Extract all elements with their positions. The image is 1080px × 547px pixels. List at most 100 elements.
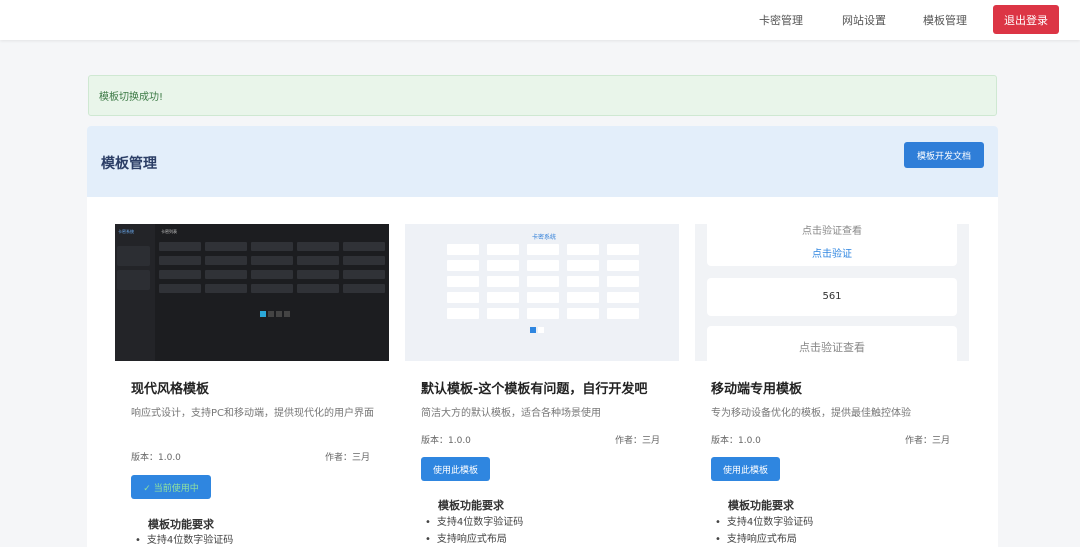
card-title: 移动端专用模板	[711, 382, 803, 397]
preview-grid-cell	[567, 308, 599, 319]
preview-verify-box: 点击验证查看 点击验证	[707, 224, 957, 266]
preview-code-box: 561	[707, 278, 957, 316]
preview-grid-cell	[205, 256, 247, 265]
preview-grid-cell	[527, 276, 559, 287]
preview-grid-cell	[159, 256, 201, 265]
template-card-modern: 卡密系统 卡密列表 现代风格模板 响应式设计，支持PC和移动端，提供现代化的用户…	[115, 224, 389, 547]
preview-grid-cell	[447, 292, 479, 303]
preview-grid-cell	[297, 270, 339, 279]
preview-grid-cell	[251, 284, 293, 293]
card-author: 作者：三月	[905, 436, 951, 446]
preview-grid-cell	[159, 284, 201, 293]
use-template-button[interactable]: 使用此模板	[711, 457, 781, 481]
preview-grid-cell	[607, 260, 639, 271]
preview-grid-cell	[205, 242, 247, 251]
requirements-list: 支持4位数字验证码	[135, 532, 233, 547]
preview-grid-cell	[343, 242, 385, 251]
preview-page-dot	[530, 327, 536, 333]
requirements-title: 模板功能要求	[148, 518, 214, 531]
preview-grid-cell	[343, 256, 385, 265]
preview-grid-cell	[205, 270, 247, 279]
panel-header: 模板管理 模板开发文档	[87, 126, 998, 197]
preview-page-dot	[284, 311, 290, 317]
card-version: 版本：1.0.0	[421, 436, 471, 446]
preview-grid-cell	[607, 276, 639, 287]
preview-verify-box: 点击验证查看	[707, 326, 957, 361]
preview-grid-cell	[567, 276, 599, 287]
preview-grid-cell	[447, 276, 479, 287]
requirement-item: 支持4位数字验证码	[425, 514, 523, 531]
preview-grid-cell	[487, 260, 519, 271]
preview-grid-cell	[251, 242, 293, 251]
use-template-button[interactable]: 使用此模板	[421, 457, 491, 481]
preview-page-dot	[260, 311, 266, 317]
requirement-item: 支持响应式布局	[715, 531, 813, 547]
card-author: 作者：三月	[325, 453, 371, 463]
template-preview-default: 卡密系统	[405, 224, 679, 361]
success-alert: 模板切换成功!	[88, 75, 997, 116]
preview-grid-cell	[607, 308, 639, 319]
requirements-list: 支持4位数字验证码 支持响应式布局	[715, 514, 813, 547]
preview-grid-cell	[297, 284, 339, 293]
preview-grid-cell	[527, 244, 559, 255]
preview-grid-cell	[251, 256, 293, 265]
preview-page-dot	[268, 311, 274, 317]
preview-grid-cell	[567, 260, 599, 271]
requirement-item: 支持4位数字验证码	[715, 514, 813, 531]
preview-grid-cell	[527, 292, 559, 303]
template-panel: 模板管理 模板开发文档 卡密系统 卡密列表 现代风格模板 响应式设计，支持PC和…	[87, 126, 998, 547]
preview-verify-text: 点击验证查看	[802, 226, 862, 237]
preview-grid-cell	[487, 276, 519, 287]
preview-grid-cell	[297, 256, 339, 265]
preview-grid-cell	[567, 292, 599, 303]
current-template-button[interactable]: ✓ 当前使用中	[131, 475, 211, 499]
preview-grid-cell	[447, 260, 479, 271]
requirement-item: 支持4位数字验证码	[135, 532, 233, 547]
preview-sidebar: 卡密系统	[115, 224, 155, 361]
preview-grid-cell	[159, 270, 201, 279]
preview-grid-cell	[567, 244, 599, 255]
preview-grid-cell	[527, 260, 559, 271]
preview-grid-cell	[607, 244, 639, 255]
template-preview-mobile: 点击验证查看 点击验证 561 点击验证查看	[695, 224, 969, 361]
nav-template-management[interactable]: 模板管理	[923, 12, 967, 28]
requirement-item: 支持响应式布局	[425, 531, 523, 547]
nav-card-management[interactable]: 卡密管理	[759, 12, 803, 28]
requirements-list: 支持4位数字验证码 支持响应式布局	[425, 514, 523, 547]
preview-stat-block	[117, 270, 150, 290]
preview-grid-cell	[447, 244, 479, 255]
preview-grid-cell	[205, 284, 247, 293]
card-title: 默认模板-这个模板有问题，自行开发吧	[421, 382, 648, 397]
requirements-title: 模板功能要求	[438, 499, 504, 512]
card-version: 版本：1.0.0	[131, 453, 181, 463]
preview-grid-cell	[251, 270, 293, 279]
card-description: 专为移动设备优化的模板，提供最佳触控体验	[711, 408, 911, 419]
preview-grid-cell	[297, 242, 339, 251]
mobile-preview: 点击验证查看 点击验证 561 点击验证查看	[695, 224, 969, 361]
light-preview: 卡密系统	[405, 224, 679, 361]
card-description: 响应式设计，支持PC和移动端，提供现代化的用户界面	[131, 408, 375, 419]
preview-grid-cell	[487, 244, 519, 255]
preview-heading: 卡密列表	[161, 229, 177, 234]
card-author: 作者：三月	[615, 436, 661, 446]
template-preview-modern: 卡密系统 卡密列表	[115, 224, 389, 361]
card-description: 简洁大方的默认模板，适合各种场景使用	[421, 408, 601, 419]
preview-title: 卡密系统	[532, 234, 557, 241]
nav-site-settings[interactable]: 网站设置	[842, 12, 886, 28]
preview-grid-cell	[607, 292, 639, 303]
template-docs-button[interactable]: 模板开发文档	[904, 142, 984, 168]
template-card-default: 卡密系统 默认模板-这个模板有问题，自行开发吧 简洁大方的默认模板，适合各种场景…	[405, 224, 679, 547]
preview-grid-cell	[527, 308, 559, 319]
preview-brand: 卡密系统	[118, 229, 134, 234]
preview-grid-cell	[447, 308, 479, 319]
preview-grid-cell	[343, 270, 385, 279]
preview-grid-cell	[487, 308, 519, 319]
dark-preview: 卡密系统 卡密列表	[115, 224, 389, 361]
preview-page-dot	[276, 311, 282, 317]
top-navbar: 卡密管理 网站设置 模板管理 退出登录	[0, 0, 1080, 40]
logout-button[interactable]: 退出登录	[993, 5, 1059, 34]
preview-grid-cell	[159, 242, 201, 251]
preview-grid-cell	[487, 292, 519, 303]
card-title: 现代风格模板	[131, 382, 210, 397]
preview-verify-link: 点击验证	[812, 249, 852, 260]
